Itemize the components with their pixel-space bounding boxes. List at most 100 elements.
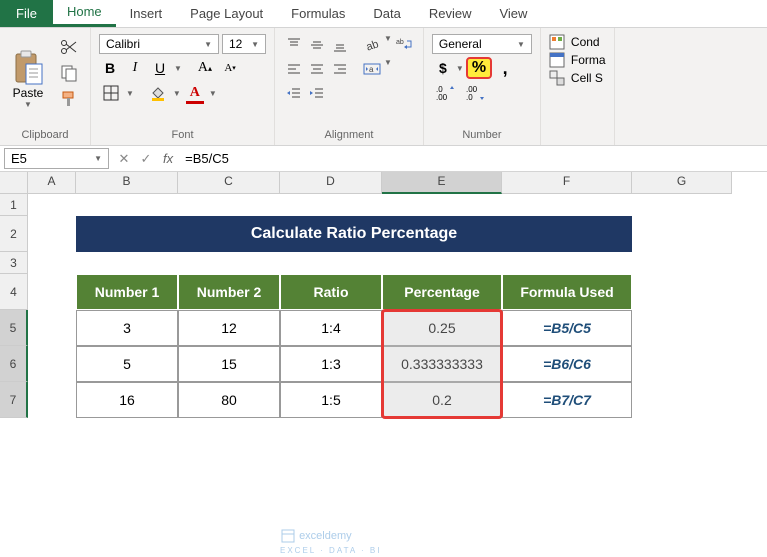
chevron-down-icon: ▼ xyxy=(384,58,392,80)
underline-button[interactable]: U xyxy=(149,57,171,79)
col-header[interactable]: E xyxy=(382,172,502,194)
ribbon-group-font: Calibri▼ 12▼ B I U ▼ A▴ A▾ ▼ ▼ A ▼ xyxy=(91,28,275,145)
tab-page-layout[interactable]: Page Layout xyxy=(176,0,277,27)
align-bottom-button[interactable] xyxy=(329,34,351,56)
header-cell[interactable]: Number 2 xyxy=(178,274,280,310)
col-header[interactable]: G xyxy=(632,172,732,194)
orientation-button[interactable]: ab xyxy=(361,34,383,56)
svg-text:a: a xyxy=(369,65,374,74)
col-header[interactable]: B xyxy=(76,172,178,194)
data-cell[interactable]: =B6/C6 xyxy=(502,346,632,382)
tab-review[interactable]: Review xyxy=(415,0,486,27)
align-left-icon xyxy=(286,61,302,77)
row-header[interactable]: 2 xyxy=(0,216,28,252)
styles-label xyxy=(547,139,608,143)
tab-formulas[interactable]: Formulas xyxy=(277,0,359,27)
formula-input[interactable]: =B5/C5 xyxy=(179,149,767,168)
cut-button[interactable] xyxy=(56,36,82,58)
alignment-label: Alignment xyxy=(281,127,417,143)
conditional-formatting-button[interactable]: Cond xyxy=(549,34,606,50)
fx-icon[interactable]: fx xyxy=(163,151,173,166)
align-center-icon xyxy=(309,61,325,77)
bucket-icon xyxy=(150,85,166,101)
decrease-decimal-button[interactable]: .00.0 xyxy=(462,82,490,104)
fill-color-button[interactable] xyxy=(146,82,170,104)
merge-button[interactable]: a xyxy=(361,58,383,80)
increase-indent-button[interactable] xyxy=(306,82,328,104)
row-header[interactable]: 3 xyxy=(0,252,28,274)
decrease-font-button[interactable]: A▾ xyxy=(219,57,241,79)
data-cell[interactable]: =B5/C5 xyxy=(502,310,632,346)
data-cell[interactable]: 3 xyxy=(76,310,178,346)
copy-button[interactable] xyxy=(56,62,82,84)
enter-formula-button[interactable]: ✓ xyxy=(135,151,157,167)
data-cell[interactable]: 15 xyxy=(178,346,280,382)
format-table-button[interactable]: Forma xyxy=(549,52,606,68)
header-cell[interactable]: Number 1 xyxy=(76,274,178,310)
align-left-button[interactable] xyxy=(283,58,305,80)
data-cell[interactable]: 5 xyxy=(76,346,178,382)
title-cell[interactable]: Calculate Ratio Percentage xyxy=(76,216,632,252)
comma-button[interactable]: , xyxy=(494,57,516,79)
tab-view[interactable]: View xyxy=(485,0,541,27)
col-header[interactable]: D xyxy=(280,172,382,194)
font-color-button[interactable]: A xyxy=(184,82,206,104)
header-cell[interactable]: Ratio xyxy=(280,274,382,310)
data-cell[interactable]: 0.25 xyxy=(382,310,502,346)
align-top-button[interactable] xyxy=(283,34,305,56)
row-header[interactable]: 6 xyxy=(0,346,28,382)
wrap-text-button[interactable]: ab xyxy=(393,34,415,56)
increase-decimal-button[interactable]: .0.00 xyxy=(432,82,460,104)
align-bottom-icon xyxy=(332,37,348,53)
tab-insert[interactable]: Insert xyxy=(116,0,177,27)
align-middle-button[interactable] xyxy=(306,34,328,56)
format-painter-button[interactable] xyxy=(56,88,82,110)
chevron-down-icon: ▼ xyxy=(24,100,32,109)
select-all-corner[interactable] xyxy=(0,172,28,194)
svg-text:.0: .0 xyxy=(466,93,473,101)
copy-icon xyxy=(60,64,78,82)
number-label: Number xyxy=(430,127,534,143)
data-cell[interactable]: 1:5 xyxy=(280,382,382,418)
tab-data[interactable]: Data xyxy=(359,0,414,27)
col-header[interactable]: A xyxy=(28,172,76,194)
watermark: exceldemy EXCEL · DATA · BI xyxy=(280,528,381,556)
header-cell[interactable]: Formula Used xyxy=(502,274,632,310)
header-cell[interactable]: Percentage xyxy=(382,274,502,310)
scissors-icon xyxy=(60,38,78,56)
number-format-select[interactable]: General▼ xyxy=(432,34,532,54)
align-center-button[interactable] xyxy=(306,58,328,80)
row-header[interactable]: 7 xyxy=(0,382,28,418)
paste-button[interactable]: Paste ▼ xyxy=(6,32,50,127)
merge-icon: a xyxy=(363,61,381,77)
row-header[interactable]: 5 xyxy=(0,310,28,346)
data-cell[interactable]: 0.2 xyxy=(382,382,502,418)
data-cell[interactable]: 16 xyxy=(76,382,178,418)
align-right-button[interactable] xyxy=(329,58,351,80)
row-header[interactable]: 4 xyxy=(0,274,28,310)
data-cell[interactable]: 0.333333333 xyxy=(382,346,502,382)
file-tab[interactable]: File xyxy=(0,0,53,27)
name-box[interactable]: E5▼ xyxy=(4,148,109,169)
percent-button[interactable]: % xyxy=(466,57,492,79)
borders-button[interactable] xyxy=(99,82,123,104)
cancel-formula-button[interactable]: ✕ xyxy=(113,151,135,167)
increase-font-button[interactable]: A▴ xyxy=(194,57,216,79)
data-cell[interactable]: =B7/C7 xyxy=(502,382,632,418)
currency-button[interactable]: $ xyxy=(432,57,454,79)
col-header[interactable]: C xyxy=(178,172,280,194)
decrease-indent-button[interactable] xyxy=(283,82,305,104)
indent-right-icon xyxy=(309,85,325,101)
cell-styles-button[interactable]: Cell S xyxy=(549,70,606,86)
data-cell[interactable]: 1:4 xyxy=(280,310,382,346)
font-size-select[interactable]: 12▼ xyxy=(222,34,266,54)
data-cell[interactable]: 80 xyxy=(178,382,280,418)
font-family-select[interactable]: Calibri▼ xyxy=(99,34,219,54)
italic-button[interactable]: I xyxy=(124,57,146,79)
col-header[interactable]: F xyxy=(502,172,632,194)
data-cell[interactable]: 12 xyxy=(178,310,280,346)
tab-home[interactable]: Home xyxy=(53,0,116,27)
data-cell[interactable]: 1:3 xyxy=(280,346,382,382)
row-header[interactable]: 1 xyxy=(0,194,28,216)
bold-button[interactable]: B xyxy=(99,57,121,79)
